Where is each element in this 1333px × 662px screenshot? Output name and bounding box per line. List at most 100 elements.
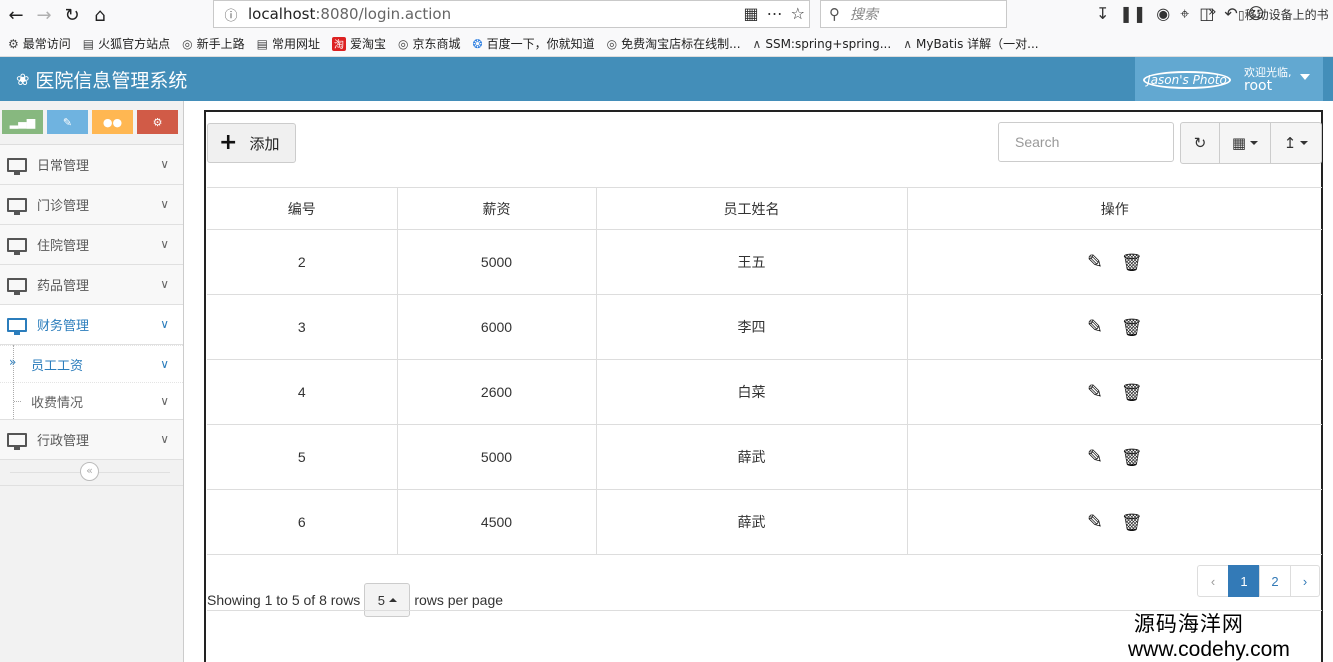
user-menu[interactable]: Jason's Photo 欢迎光临, root <box>1135 57 1323 101</box>
sidebar-item-admin[interactable]: 行政管理 ∨ <box>0 420 183 460</box>
bookmark-item[interactable]: ∧ SSM:spring+spring... <box>753 37 892 51</box>
chat-icon[interactable]: ◉ <box>1156 4 1170 24</box>
sidebar-item-daily[interactable]: 日常管理 ∨ <box>0 145 183 185</box>
page-button-1[interactable]: 1 <box>1228 565 1260 597</box>
logo-icon: ∧ <box>903 36 912 51</box>
taobao-icon: 淘 <box>332 36 346 51</box>
table-row: 4 2600 白菜 ✎ 🗑 <box>207 359 1322 425</box>
trash-icon[interactable]: 🗑 <box>1121 254 1143 271</box>
cogs-shortcut-button[interactable]: ⚙ <box>137 110 178 134</box>
sidebar-subitem-salary[interactable]: » 员工工资 ∨ <box>0 345 183 382</box>
trash-icon[interactable]: 🗑 <box>1121 319 1143 336</box>
brand[interactable]: ❀ 医院信息管理系统 <box>16 66 187 93</box>
cell-salary: 4500 <box>396 489 597 555</box>
cell-actions: ✎ 🗑 <box>906 294 1322 360</box>
users-shortcut-button[interactable]: ●● <box>92 110 133 134</box>
trash-icon[interactable]: 🗑 <box>1121 384 1143 401</box>
bookmark-item[interactable]: ⚙ 最常访问 <box>8 35 71 52</box>
sidebar-item-pharmacy[interactable]: 药品管理 ∨ <box>0 265 183 305</box>
address-bar[interactable]: ⓘ localhost:8080/login.action ▦ ⋯ ☆ <box>213 0 810 28</box>
chevron-down-icon: ∨ <box>160 432 169 446</box>
chevron-down-icon: ∨ <box>160 197 169 211</box>
search-icon: ⚲ <box>829 5 840 23</box>
bookmark-item[interactable]: ◎ 免费淘宝店标在线制... <box>607 35 741 52</box>
column-header-salary[interactable]: 薪资 <box>396 187 597 230</box>
back-icon[interactable]: ← <box>2 2 30 30</box>
monitor-icon <box>7 237 27 255</box>
sidebar-item-inpatient[interactable]: 住院管理 ∨ <box>0 225 183 265</box>
sidebar-item-outpatient[interactable]: 门诊管理 ∨ <box>0 185 183 225</box>
plus-icon: + <box>219 130 238 155</box>
cell-id: 5 <box>207 424 398 490</box>
sidebar-shortcuts: ▂▄▆ ✎ ●● ⚙ <box>0 110 184 136</box>
cell-salary: 2600 <box>396 359 597 425</box>
reload-icon[interactable]: ↻ <box>58 2 86 30</box>
cell-name: 薛武 <box>595 489 908 555</box>
signal-shortcut-button[interactable]: ▂▄▆ <box>2 110 43 134</box>
bookmark-item[interactable]: ◎ 京东商城 <box>398 35 461 52</box>
sidebar-item-finance[interactable]: 财务管理 ∨ <box>0 305 183 345</box>
browser-search-placeholder: 搜索 <box>850 7 878 23</box>
forward-icon[interactable]: → <box>30 2 58 30</box>
edit-icon[interactable]: ✎ <box>1087 383 1103 402</box>
table-row: 3 6000 李四 ✎ 🗑 <box>207 294 1322 360</box>
library-icon[interactable]: ❚❚ <box>1119 4 1146 24</box>
content-panel: + 添加 ↻ ▦ ↥ 编号 薪资 员工姓名 操作 2 5000 王五 ✎🗑 3 <box>204 110 1323 662</box>
page-size-dropdown[interactable]: 5 <box>364 583 411 617</box>
globe-icon: ◎ <box>182 36 193 51</box>
info-icon[interactable]: ⓘ <box>220 5 242 24</box>
bookmark-item[interactable]: ▤ 火狐官方站点 <box>83 35 170 52</box>
monitor-icon <box>7 432 27 450</box>
collapse-left-icon[interactable]: « <box>80 462 99 481</box>
more-icon[interactable]: ⋯ <box>767 4 783 23</box>
trash-icon[interactable]: 🗑 <box>1121 514 1143 531</box>
bookmark-label: 百度一下，你就知道 <box>486 37 595 51</box>
trash-icon[interactable]: 🗑 <box>1121 449 1143 466</box>
qr-code-icon[interactable]: ▦ <box>744 4 759 23</box>
add-button[interactable]: + 添加 <box>207 123 296 163</box>
page-button-2[interactable]: 2 <box>1259 565 1291 597</box>
sidebar-subitem-label: 收费情况 <box>31 395 84 411</box>
page-prev-button[interactable]: ‹ <box>1197 565 1229 597</box>
chevron-down-icon: ∨ <box>160 157 169 171</box>
edit-icon[interactable]: ✎ <box>1087 318 1103 337</box>
refresh-button[interactable]: ↻ <box>1180 122 1220 164</box>
edit-icon[interactable]: ✎ <box>1087 253 1103 272</box>
edit-icon[interactable]: ✎ <box>1087 448 1103 467</box>
table-search-input[interactable] <box>998 122 1174 162</box>
bookmark-item[interactable]: ∧ MyBatis 详解（一对... <box>903 35 1038 52</box>
finance-submenu: » 员工工资 ∨ 收费情况 ∨ <box>0 345 183 420</box>
bookmark-item[interactable]: 淘爱淘宝 <box>332 35 386 52</box>
per-page-text: rows per page <box>414 592 504 608</box>
bookmark-label: 火狐官方站点 <box>98 37 171 51</box>
cogs-icon: ⚙ <box>152 115 163 129</box>
crop-icon[interactable]: ⌖ <box>1180 4 1189 24</box>
column-header-name[interactable]: 员工姓名 <box>595 187 908 230</box>
url-text: localhost:8080/login.action <box>248 5 452 23</box>
page-next-button[interactable]: › <box>1290 565 1320 597</box>
chevron-down-icon: ∨ <box>160 237 169 251</box>
users-icon: ●● <box>102 115 123 129</box>
bookmark-item[interactable]: ▤ 常用网址 <box>257 35 320 52</box>
edit-icon[interactable]: ✎ <box>1087 513 1103 532</box>
columns-button[interactable]: ▦ <box>1219 122 1271 164</box>
pencil-shortcut-button[interactable]: ✎ <box>47 110 88 134</box>
browser-search-box[interactable]: ⚲ 搜索 <box>820 0 1007 28</box>
add-button-label: 添加 <box>249 134 280 153</box>
bookmark-item[interactable]: ◎ 新手上路 <box>182 35 245 52</box>
sidebar-subitem-label: 员工工资 <box>31 358 84 374</box>
mobile-bookmarks[interactable]: ▯移动设备上的书 <box>1238 6 1329 23</box>
folder-icon: ▤ <box>82 36 95 51</box>
sidebar-subitem-charges[interactable]: 收费情况 ∨ <box>0 382 183 419</box>
bookmark-star-icon[interactable]: ☆ <box>791 4 805 23</box>
chevron-more-icon[interactable]: » <box>1208 4 1217 20</box>
column-header-id[interactable]: 编号 <box>207 187 398 230</box>
undo-icon[interactable]: ↶ <box>1224 4 1237 24</box>
home-icon[interactable]: ⌂ <box>86 2 114 30</box>
cell-name: 李四 <box>595 294 908 360</box>
export-button[interactable]: ↥ <box>1270 122 1322 164</box>
column-header-actions: 操作 <box>906 187 1322 230</box>
bookmark-item[interactable]: ❂ 百度一下，你就知道 <box>473 35 595 52</box>
paw-icon: ❂ <box>472 36 483 51</box>
download-icon[interactable]: ↧ <box>1096 4 1109 24</box>
